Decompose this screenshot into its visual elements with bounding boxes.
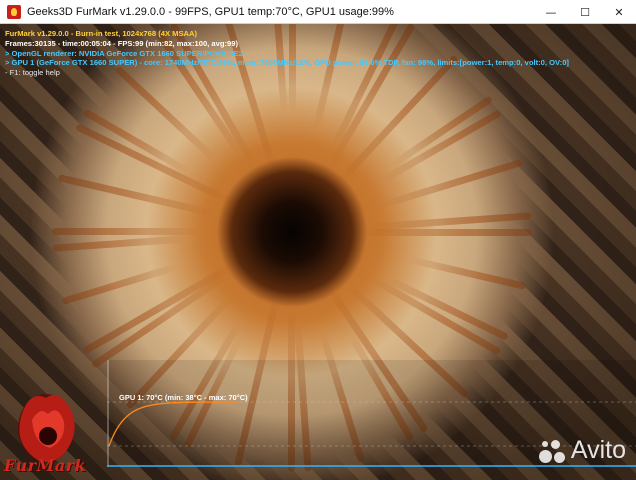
- temperature-curve: [108, 401, 237, 447]
- render-viewport[interactable]: FurMark v1.29.0.0 - Burn-in test, 1024x7…: [0, 24, 636, 480]
- window-title: Geeks3D FurMark v1.29.0.0 - 99FPS, GPU1 …: [27, 5, 394, 18]
- overlay-title-line: FurMark v1.29.0.0 - Burn-in test, 1024x7…: [5, 29, 198, 38]
- overlay-gpu-line: > GPU 1 (GeForce GTX 1660 SUPER) - core:…: [5, 58, 569, 68]
- furmark-logo-text: FurMark: [4, 456, 87, 475]
- overlay-renderer-line: > OpenGL renderer: NVIDIA GeForce GTX 16…: [5, 48, 243, 58]
- temperature-graph-label: GPU 1: 70°C (min: 38°C - max: 70°C): [119, 393, 248, 402]
- close-button[interactable]: ✕: [602, 0, 636, 24]
- window-controls: — ☐ ✕: [534, 0, 636, 24]
- minimize-button[interactable]: —: [534, 0, 568, 24]
- avito-watermark: Avito: [537, 436, 626, 465]
- overlay-frames-line: Frames:30135 - time:00:05:04 - FPS:99 (m…: [5, 38, 238, 48]
- maximize-button[interactable]: ☐: [568, 0, 602, 24]
- avito-dots-icon: [537, 438, 567, 464]
- avito-watermark-text: Avito: [570, 436, 626, 464]
- overlay-help-line: - F1: toggle help: [5, 68, 60, 78]
- info-overlay: FurMark v1.29.0.0 - Burn-in test, 1024x7…: [5, 29, 569, 78]
- furmark-app-icon: [7, 4, 21, 19]
- window-title-bar[interactable]: Geeks3D FurMark v1.29.0.0 - 99FPS, GPU1 …: [0, 0, 636, 24]
